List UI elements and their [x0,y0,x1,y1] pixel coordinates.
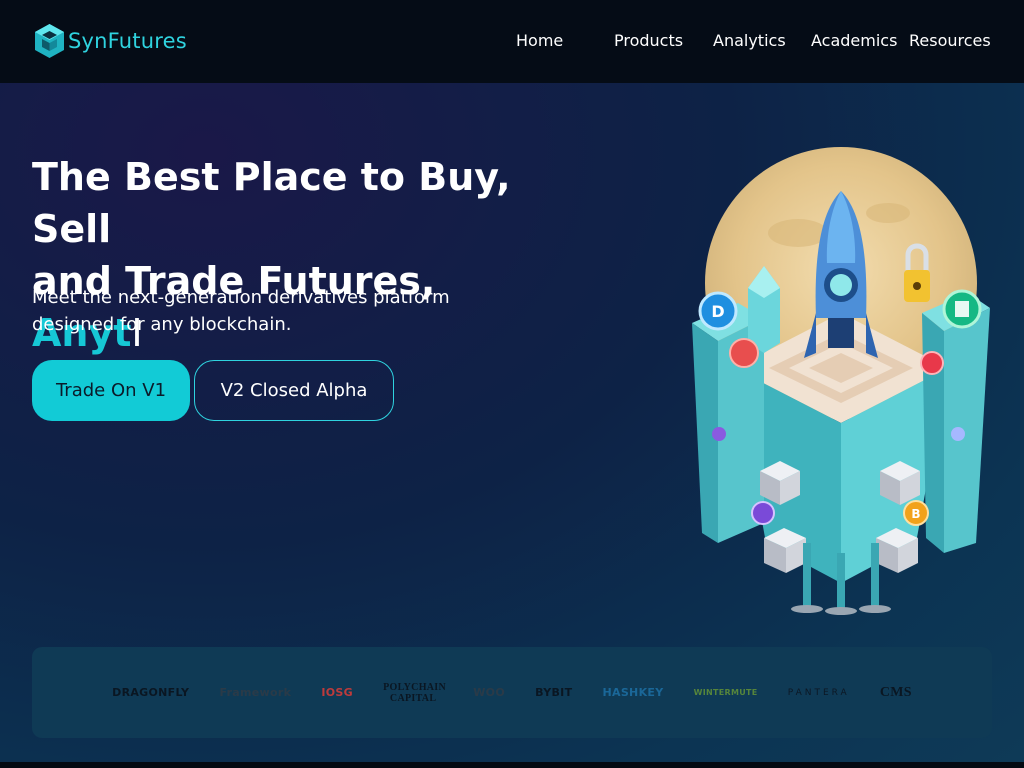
headline-line-1: The Best Place to Buy, Sell [32,155,511,251]
purple-coin-icon [751,501,775,525]
partner-logo-dragonfly: DRAGONFLY [112,686,190,699]
partner-logo-hashkey: HASHKEY [602,686,664,699]
partners-strip: DRAGONFLY Framework IOSG POLYCHAIN CAPIT… [32,647,992,738]
nav-item-products[interactable]: Products [614,31,683,50]
tron-coin-icon [920,351,944,375]
iota-coin-icon [729,338,759,368]
svg-text:B: B [911,507,920,521]
hero-subtitle: Meet the next-generation derivatives pla… [32,287,450,335]
logo[interactable]: SynFutures [33,23,187,59]
partner-logo-wintermute: WINTERMUTE [693,688,758,697]
partner-logo-iosg: IOSG [321,686,353,699]
partner-logo-polychain-capital: POLYCHAIN CAPITAL [383,681,447,704]
partner-logo-bybit: BYBIT [535,686,573,699]
nav-item-academics[interactable]: Academics [811,31,897,50]
navbar: SynFutures Home Products Analytics Acade… [0,0,1024,83]
nav-item-analytics[interactable]: Analytics [713,31,786,50]
brand-name: SynFutures [68,29,187,53]
rocket-platform-illustration: D B [692,147,990,615]
small-coin-right-icon [951,427,965,441]
bottom-bar [0,762,1024,768]
nav-item-home[interactable]: Home [516,31,563,50]
partner-logo-cms: CMS [879,685,912,700]
synfutures-logo-icon [35,24,64,58]
trade-on-v1-button[interactable]: Trade On V1 [32,360,190,421]
svg-text:D: D [711,302,724,321]
partner-logo-pantera: PANTERA [787,687,850,698]
partner-logo-woo: WOO [473,686,505,699]
partner-logo-framework: Framework [219,686,292,699]
small-coin-left-icon [712,427,726,441]
nav-item-resources[interactable]: Resources [909,31,991,50]
v2-closed-alpha-button[interactable]: V2 Closed Alpha [194,360,394,421]
